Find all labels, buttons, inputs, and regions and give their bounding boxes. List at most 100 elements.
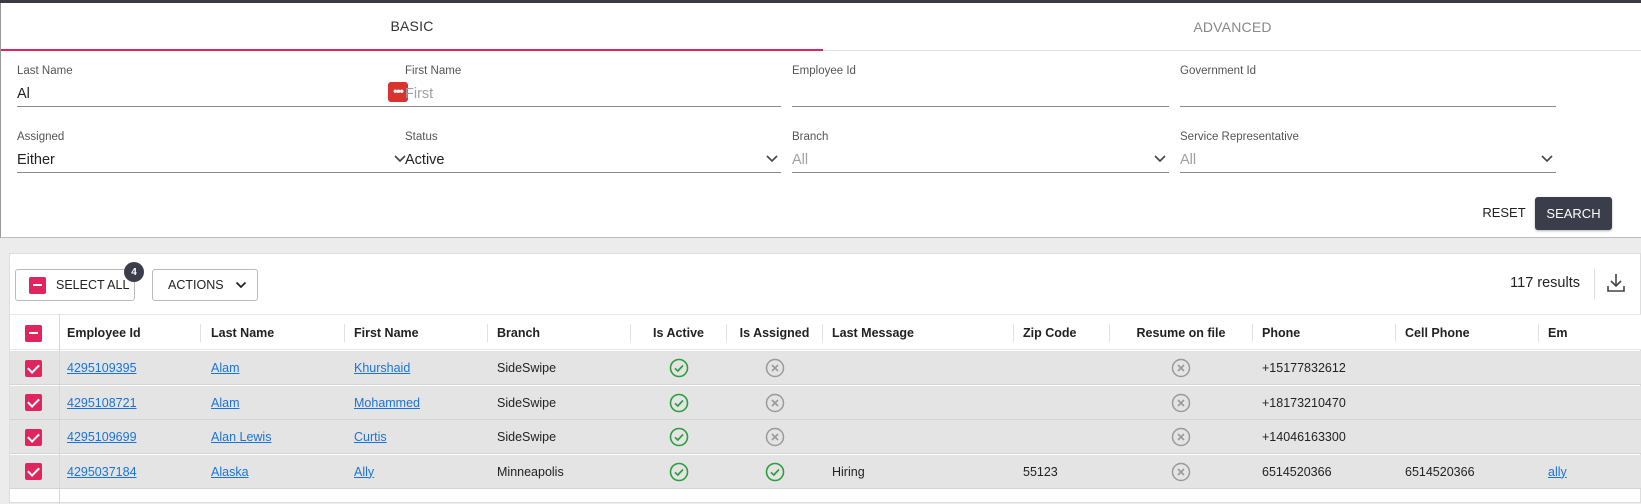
tab-basic[interactable]: BASIC: [1, 3, 823, 51]
chevron-down-icon: [235, 281, 246, 289]
employee-id-link[interactable]: 4295109395: [67, 351, 197, 385]
employee-id-link[interactable]: 4295109699: [67, 420, 197, 454]
government-id-input[interactable]: [1180, 81, 1556, 107]
branch-cell: SideSwipe: [497, 351, 627, 385]
employee-id-link-text[interactable]: 4295109699: [67, 430, 137, 444]
last-message-cell: [832, 420, 1012, 454]
table-row[interactable]: 4295109395 Alam Khurshaid SideSwipe +1517783…: [10, 351, 1641, 385]
first-name-link-text[interactable]: Khurshaid: [354, 361, 410, 375]
col-resume-on-file[interactable]: Resume on file: [1110, 315, 1252, 351]
first-name-label: First Name: [405, 65, 462, 77]
col-last-name[interactable]: Last Name: [211, 315, 341, 351]
assigned-value: Either: [17, 152, 55, 168]
col-employee-id[interactable]: Employee Id: [67, 315, 197, 351]
col-last-message[interactable]: Last Message: [832, 315, 1012, 351]
zip-code-cell-text: 55123: [1023, 464, 1058, 479]
employee-id-link[interactable]: 4295108721: [67, 386, 197, 420]
col-divider: [344, 324, 345, 342]
last-name-link-text[interactable]: Alan Lewis: [211, 430, 271, 444]
first-name-link-text[interactable]: Ally: [354, 465, 374, 479]
last-name-link-text[interactable]: Alaska: [211, 465, 249, 479]
last-name-input[interactable]: Al •••: [17, 81, 409, 107]
employee-id-input[interactable]: [792, 81, 1169, 107]
phone-cell: +14046163300: [1262, 420, 1392, 454]
first-name-input[interactable]: First: [405, 81, 781, 107]
assigned-select[interactable]: Either: [17, 147, 409, 173]
download-icon[interactable]: [1604, 271, 1628, 295]
row-checkbox-icon[interactable]: [25, 463, 42, 480]
table-row[interactable]: 4295037184 Alaska Ally Minneapolis Hiring 551…: [10, 454, 1641, 489]
reset-button[interactable]: RESET: [1476, 197, 1532, 227]
check-circle-icon: [727, 455, 822, 489]
last-name-link-text[interactable]: Alam: [211, 396, 239, 410]
x-circle-icon: [1110, 455, 1252, 489]
table-row[interactable]: 4295108721 Alam Mohammed SideSwipe +18173210…: [10, 385, 1641, 420]
email-link[interactable]: [1548, 386, 1641, 420]
col-zip-code[interactable]: Zip Code: [1023, 315, 1108, 351]
first-name-link-text[interactable]: Mohammed: [354, 396, 420, 410]
x-circle-icon: [1110, 386, 1252, 420]
first-name-link[interactable]: Khurshaid: [354, 351, 484, 385]
select-all-checkbox-icon: [29, 276, 46, 294]
col-branch[interactable]: Branch: [497, 315, 627, 351]
table-row[interactable]: 4295109699 Alan Lewis Curtis SideSwipe +1404…: [10, 420, 1641, 454]
col-cell-phone[interactable]: Cell Phone: [1405, 315, 1535, 351]
first-name-link[interactable]: Ally: [354, 455, 484, 489]
row-select-cell[interactable]: [25, 455, 45, 489]
last-name-link-text[interactable]: Alam: [211, 361, 239, 375]
phone-cell: 6514520366: [1262, 455, 1392, 489]
row-select-cell[interactable]: [25, 420, 45, 454]
phone-cell-text: 6514520366: [1262, 464, 1332, 479]
check-circle-icon: [631, 386, 726, 420]
row-checkbox-icon[interactable]: [25, 394, 42, 411]
first-name-link[interactable]: Curtis: [354, 420, 484, 454]
actions-button[interactable]: ACTIONS: [152, 269, 258, 301]
x-circle-icon: [727, 351, 822, 385]
last-name-link[interactable]: Alaska: [211, 455, 341, 489]
branch-select[interactable]: All: [792, 147, 1169, 173]
results-count: 117 results: [1510, 275, 1580, 291]
employee-id-link[interactable]: 4295037184: [67, 455, 197, 489]
email-link[interactable]: [1548, 351, 1641, 385]
service-rep-label: Service Representative: [1180, 131, 1299, 143]
search-panel: BASIC ADVANCED Last Name Al ••• First Na…: [0, 3, 1641, 238]
col-email[interactable]: Em: [1548, 315, 1641, 351]
col-divider: [487, 324, 488, 342]
phone-cell: +15177832612: [1262, 351, 1392, 385]
first-name-link-text[interactable]: Curtis: [354, 430, 387, 444]
grid-header: Employee Id Last Name First Name Branch …: [10, 314, 1641, 350]
select-all-button[interactable]: SELECT ALL 4: [15, 262, 144, 301]
last-name-link[interactable]: Alam: [211, 386, 341, 420]
header-select-cell[interactable]: [25, 315, 45, 351]
status-value: Active: [405, 152, 445, 168]
row-checkbox-icon[interactable]: [25, 359, 42, 377]
first-name-link[interactable]: Mohammed: [354, 386, 484, 420]
tab-advanced[interactable]: ADVANCED: [823, 3, 1641, 51]
col-first-name[interactable]: First Name: [354, 315, 484, 351]
employee-id-link-text[interactable]: 4295109395: [67, 361, 137, 375]
col-is-assigned[interactable]: Is Assigned: [727, 315, 822, 351]
row-checkbox-icon[interactable]: [25, 428, 42, 446]
status-select[interactable]: Active: [405, 147, 781, 173]
last-message-cell: [832, 351, 1012, 385]
cell-phone-cell: 6514520366: [1405, 455, 1535, 489]
employee-id-link-text[interactable]: 4295108721: [67, 396, 137, 410]
last-message-cell-text: Hiring: [832, 464, 865, 479]
col-divider: [1252, 324, 1253, 342]
row-select-cell[interactable]: [25, 386, 45, 420]
email-link[interactable]: ally: [1548, 455, 1641, 489]
branch-label: Branch: [792, 131, 829, 143]
row-select-cell[interactable]: [25, 351, 45, 385]
last-name-link[interactable]: Alan Lewis: [211, 420, 341, 454]
assigned-field: Assigned Either: [17, 131, 409, 173]
email-link[interactable]: [1548, 420, 1641, 454]
service-rep-select[interactable]: All: [1180, 147, 1556, 173]
col-phone[interactable]: Phone: [1262, 315, 1392, 351]
last-name-link[interactable]: Alam: [211, 351, 341, 385]
search-button[interactable]: SEARCH: [1535, 197, 1612, 230]
employee-id-link-text[interactable]: 4295037184: [67, 465, 137, 479]
phone-cell: +18173210470: [1262, 386, 1392, 420]
search-tabs: BASIC ADVANCED: [1, 3, 1641, 51]
email-link-text[interactable]: ally: [1548, 465, 1567, 479]
col-is-active[interactable]: Is Active: [631, 315, 726, 351]
